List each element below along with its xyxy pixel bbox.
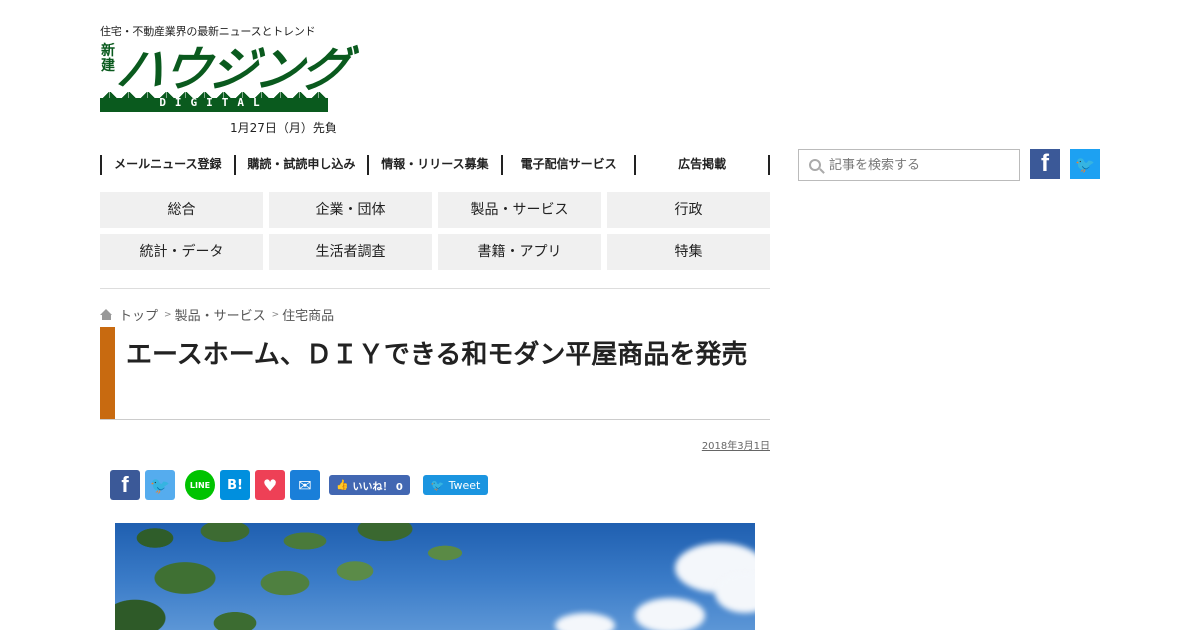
category-statistics[interactable]: 統計・データ xyxy=(100,234,263,270)
title-accent-bar xyxy=(100,327,115,419)
category-books-apps[interactable]: 書籍・アプリ xyxy=(438,234,601,270)
logo-vertical-text: 新建 xyxy=(101,43,115,74)
breadcrumb: トップ > 製品・サービス > 住宅商品 xyxy=(100,305,334,324)
twitter-bird-icon: 🐦 xyxy=(430,478,445,492)
hero-cloud xyxy=(635,598,705,630)
category-consumer-survey[interactable]: 生活者調査 xyxy=(269,234,432,270)
category-companies[interactable]: 企業・団体 xyxy=(269,192,432,228)
category-products[interactable]: 製品・サービス xyxy=(438,192,601,228)
thumbs-up-icon: 👍 xyxy=(336,479,349,491)
article-date: 2018年3月1日 xyxy=(701,441,770,452)
category-features[interactable]: 特集 xyxy=(607,234,770,270)
site-logo[interactable]: 新建 ハウジング DIGITAL xyxy=(100,36,351,114)
search-icon xyxy=(809,159,821,171)
logo-main-text: ハウジング xyxy=(113,42,352,98)
twitter-icon[interactable]: 🐦 xyxy=(1070,149,1100,179)
tweet-button[interactable]: 🐦 Tweet xyxy=(422,475,489,495)
category-general[interactable]: 総合 xyxy=(100,192,263,228)
current-date: 1月27日（月）先負 xyxy=(230,121,337,135)
breadcrumb-products[interactable]: 製品・サービス xyxy=(175,305,266,324)
facebook-icon[interactable]: f xyxy=(1030,149,1060,179)
category-menu: 総合 企業・団体 製品・サービス 行政 統計・データ 生活者調査 書籍・アプリ … xyxy=(100,192,770,270)
hero-tree-leaves xyxy=(115,523,475,630)
home-icon xyxy=(100,309,113,320)
share-mail-icon[interactable]: ✉ xyxy=(290,470,320,500)
breadcrumb-separator: > xyxy=(271,309,280,320)
article-hero-image xyxy=(115,523,755,630)
share-facebook-icon[interactable]: f xyxy=(110,470,140,500)
nav-advertising[interactable]: 広告掲載 xyxy=(636,155,770,175)
top-navigation: メールニュース登録 購読・試読申し込み 情報・リリース募集 電子配信サービス 広… xyxy=(100,155,770,175)
logo-sub-text: DIGITAL xyxy=(159,96,269,109)
nav-digital-distribution[interactable]: 電子配信サービス xyxy=(503,155,637,175)
share-pocket-icon[interactable]: ♥ xyxy=(255,470,285,500)
share-hatena-icon[interactable]: B! xyxy=(220,470,250,500)
nav-subscription[interactable]: 購読・試読申し込み xyxy=(236,155,370,175)
breadcrumb-top[interactable]: トップ xyxy=(119,305,158,324)
share-line-icon[interactable]: LINE xyxy=(185,470,215,500)
nav-mail-news[interactable]: メールニュース登録 xyxy=(102,155,236,175)
article-header: エースホーム、ＤＩＹできる和モダン平屋商品を発売 xyxy=(100,327,770,420)
share-twitter-icon[interactable]: 🐦 xyxy=(145,470,175,500)
search-box xyxy=(798,149,1020,181)
section-divider xyxy=(100,288,770,289)
share-buttons: f 🐦 LINE B! ♥ ✉ 👍 いいね！ 0 🐦 Tweet xyxy=(110,470,489,500)
search-input[interactable] xyxy=(829,157,1009,173)
breadcrumb-housing-products[interactable]: 住宅商品 xyxy=(282,305,334,324)
nav-release-submission[interactable]: 情報・リリース募集 xyxy=(369,155,503,175)
hero-cloud xyxy=(555,613,615,630)
article-title: エースホーム、ＤＩＹできる和モダン平屋商品を発売 xyxy=(126,340,748,370)
facebook-like-button[interactable]: 👍 いいね！ 0 xyxy=(329,475,410,495)
like-label: いいね！ 0 xyxy=(352,481,403,493)
tweet-label: Tweet xyxy=(448,478,481,492)
breadcrumb-separator: > xyxy=(164,309,172,320)
category-government[interactable]: 行政 xyxy=(607,192,770,228)
